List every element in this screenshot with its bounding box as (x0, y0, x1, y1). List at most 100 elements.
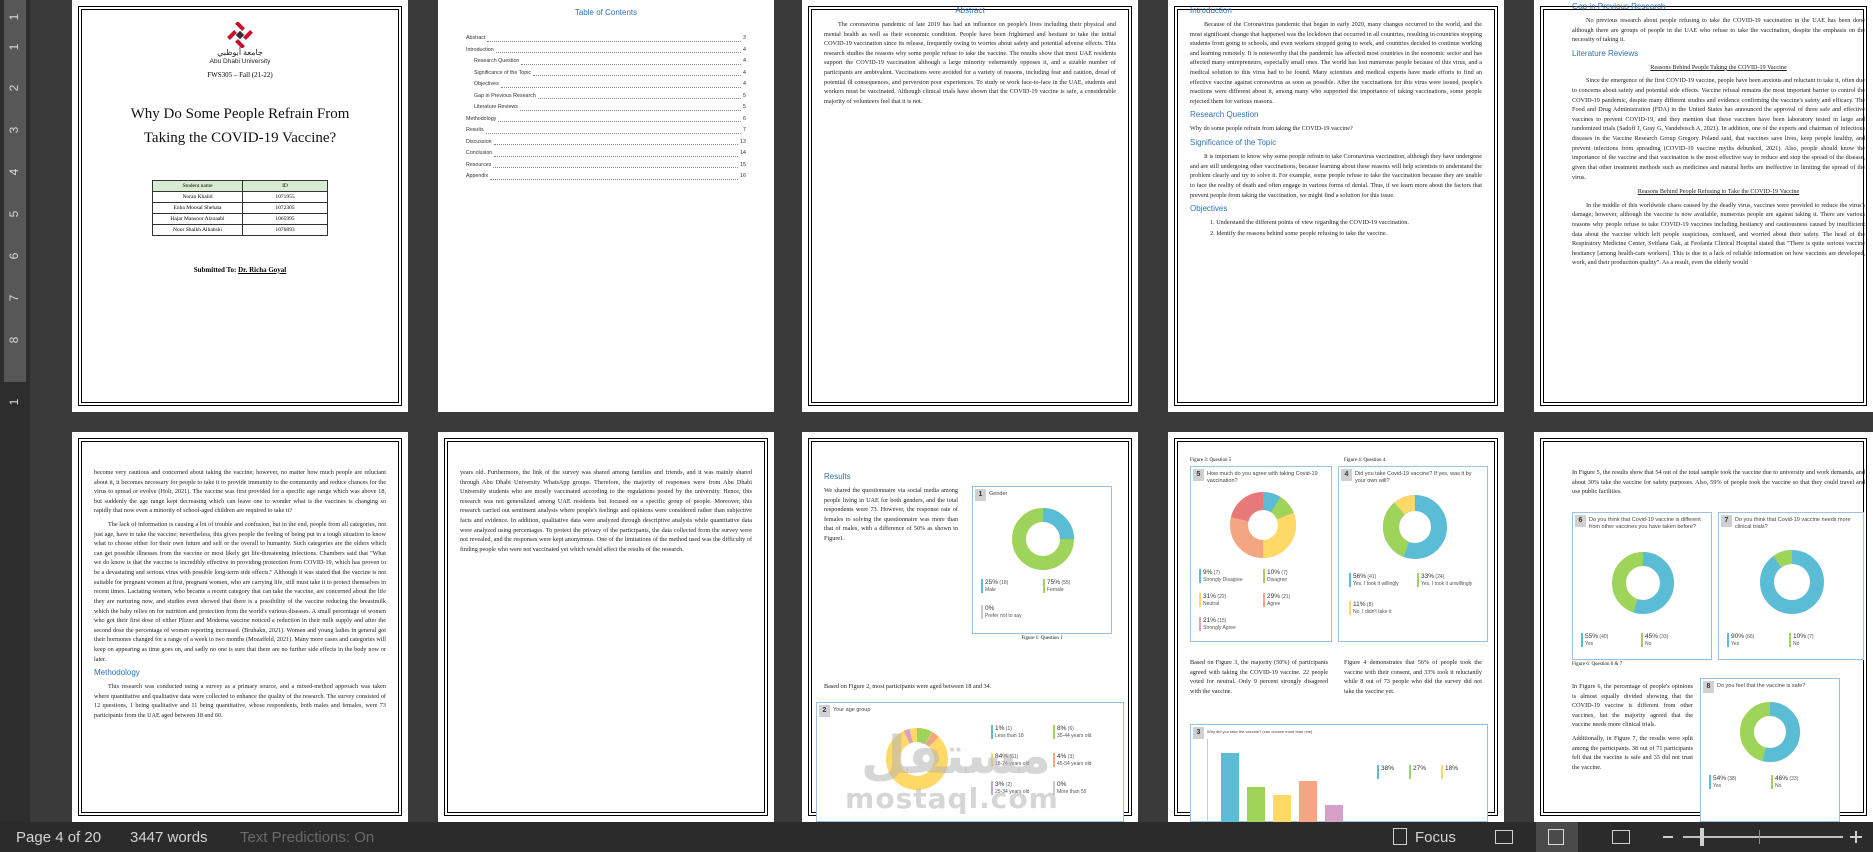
results-heading: Results (824, 472, 851, 481)
ruler-number: 4 (7, 168, 21, 176)
question-number: 7 (1721, 515, 1732, 527)
paragraph: In Figure 6, the percentage of people's … (1572, 683, 1693, 729)
university-logo (223, 21, 257, 49)
toc-label: Significance of the Topic (474, 69, 532, 76)
read-mode-icon[interactable] (1495, 830, 1513, 844)
page-count[interactable]: Page 4 of 20 (16, 829, 101, 846)
toc-entry[interactable]: Discussion 13 (466, 137, 746, 149)
toc-entry[interactable]: Resources 15 (466, 160, 746, 172)
paragraph: Since the emergence of the first COVID-1… (1572, 77, 1865, 181)
toc-page: 7 (743, 127, 746, 133)
word-count[interactable]: 3447 words (130, 829, 208, 846)
ruler-number: 6 (7, 252, 21, 260)
status-bar: Page 4 of 20 3447 words Text Predictions… (0, 822, 1873, 852)
zoom-out-icon[interactable] (1663, 836, 1673, 838)
course-code: FWS305 – Fall (21-22) (207, 71, 273, 80)
question-text: Gender (989, 491, 1008, 497)
paragraph: Based on Figure 2, most participants wer… (824, 683, 992, 690)
paragraph: Based on Figure 3, the majority (50%) of… (1190, 659, 1328, 695)
toc-dots (537, 91, 742, 99)
toc-page: 4 (743, 58, 746, 64)
document-canvas[interactable]: جامعة أبوظبي Abu Dhabi University FWS305… (30, 0, 1873, 822)
web-layout-icon[interactable] (1612, 830, 1630, 844)
figure-safe[interactable]: 8 Do you feel that the vaccine is safe? … (1700, 678, 1840, 822)
toc-entry[interactable]: Objectives 4 (466, 79, 746, 91)
legend-item: 9% (7) Strongly Disagree (1199, 569, 1243, 583)
legend-item: 29% (21) Agree (1263, 593, 1290, 607)
figure-gender[interactable]: 1 Gender 25% (18) Male 75% (55) Female 0% … (972, 486, 1112, 634)
page-methodology[interactable]: become very cautious and concerned about… (72, 432, 408, 822)
page-methodology-cont[interactable]: years old. Furthermore, the link of the … (438, 432, 774, 822)
figure-clinical-trials[interactable]: 7 Do you think that Covid-19 vaccine nee… (1718, 512, 1864, 660)
figure-different[interactable]: 6 Do you think that Covid-19 vaccine is … (1572, 512, 1712, 660)
figure-agree[interactable]: 5 How much do you agree with taking Covi… (1190, 466, 1332, 642)
toc-entry[interactable]: Gap in Previous Research 5 (466, 91, 746, 103)
subheading: Reasons Behind People Refusing to Take t… (1637, 188, 1800, 196)
toc-entry[interactable]: Appendix 16 (466, 171, 746, 183)
paragraph: Because of the Coronavirus pandemic that… (1190, 21, 1482, 105)
toc-entry[interactable]: Significance of the Topic 4 (466, 68, 746, 80)
toc-page: 4 (743, 69, 746, 76)
toc-page: 16 (740, 173, 746, 179)
zoom-in-icon[interactable] (1850, 831, 1862, 843)
legend-item: 33% (24) Yes, I took it unwillingly (1417, 573, 1472, 587)
figure-reasons[interactable]: 3 Why did you take the vaccine? (can cho… (1190, 724, 1488, 822)
page-abstract[interactable]: Abstract The coronavirus pandemic of lat… (802, 0, 1138, 412)
paragraph: years old. Furthermore, the link of the … (460, 469, 752, 553)
toc-entry[interactable]: Methodology 6 (466, 114, 746, 126)
legend-item: 10% (7) No (1789, 633, 1814, 647)
page-title[interactable]: جامعة أبوظبي Abu Dhabi University FWS305… (72, 0, 408, 412)
page-literature[interactable]: Gap in Previous Research No previous res… (1534, 0, 1873, 412)
ruler-number: 1 (7, 43, 21, 51)
toc-label: Research Question (474, 58, 520, 64)
focus-icon[interactable] (1393, 828, 1407, 845)
toc-entry[interactable]: Abstract 3 (466, 33, 746, 45)
legend-item: 10% (7) Disagree (1263, 569, 1288, 583)
question-number: 5 (1193, 469, 1204, 481)
bar (1221, 753, 1239, 822)
toc-dots (485, 125, 742, 134)
y-axis (1207, 739, 1208, 822)
bar (1247, 787, 1265, 822)
vertical-ruler[interactable]: 1 1 2 3 4 5 6 7 8 1 (0, 0, 30, 822)
toc-entry[interactable]: Conclusion 14 (466, 148, 746, 160)
page-results-cont[interactable]: In Figure 5, the results show that 54 ou… (1534, 432, 1873, 822)
page-results[interactable]: Results We shared the questionnaire via … (802, 432, 1138, 822)
donut-chart (1230, 492, 1296, 558)
toc-entry[interactable]: Research Question 4 (466, 56, 746, 68)
student-name: Hajar Mansoor Alzoaabi (152, 212, 243, 225)
toc-entry[interactable]: Results 7 (466, 125, 746, 137)
list-item: 1. Understand the different points of vi… (1210, 219, 1409, 227)
zoom-slider[interactable] (1683, 836, 1843, 838)
paragraph: No previous research about people refusi… (1572, 17, 1865, 44)
text-predictions[interactable]: Text Predictions: On (240, 829, 374, 846)
figure-took-vaccine[interactable]: 4 Did you take Covid-19 vaccine? If yes,… (1338, 466, 1488, 642)
page-introduction[interactable]: Introduction Because of the Coronavirus … (1168, 0, 1504, 412)
gap-heading: Gap in Previous Research (1572, 2, 1666, 11)
legend-item: 0% Prefer not to say (981, 605, 1022, 619)
toc-label: Resources (466, 161, 492, 168)
toc-label: Appendix (466, 173, 489, 179)
question-number: 2 (819, 705, 830, 717)
focus-button[interactable]: Focus (1415, 829, 1456, 846)
subheading: Reasons Behind People Taking the COVID-1… (1650, 63, 1787, 71)
student-id: 1065995 (242, 212, 328, 225)
legend-item: 27% (1409, 765, 1426, 779)
toc-dots (500, 79, 742, 88)
legend-item: 56% (41) Yes, I took it willingly (1349, 573, 1399, 587)
zoom-slider-thumb[interactable] (1700, 828, 1704, 846)
toc-entry[interactable]: Introduction 4 (466, 45, 746, 57)
submitted-to: Submitted To: Dr. Richa Goyal (94, 266, 386, 274)
toc-entry[interactable]: Literature Reviews 5 (466, 102, 746, 114)
page-results-figures[interactable]: Figure 3: Question 5 Figure 4: Question … (1168, 432, 1504, 822)
slice-yes (1760, 550, 1824, 614)
toc-label: Literature Reviews (474, 104, 518, 110)
print-layout-button[interactable] (1536, 822, 1578, 852)
toc-dots (493, 160, 739, 168)
student-id: 1071955 (242, 190, 328, 203)
toc-page: 3 (743, 35, 746, 41)
paragraph: It is important to know why some people … (1190, 153, 1482, 199)
donut-chart (1383, 495, 1447, 559)
page-toc[interactable]: Table of Contents Abstract 3 Introduction… (438, 0, 774, 412)
toc-dots (495, 45, 742, 53)
